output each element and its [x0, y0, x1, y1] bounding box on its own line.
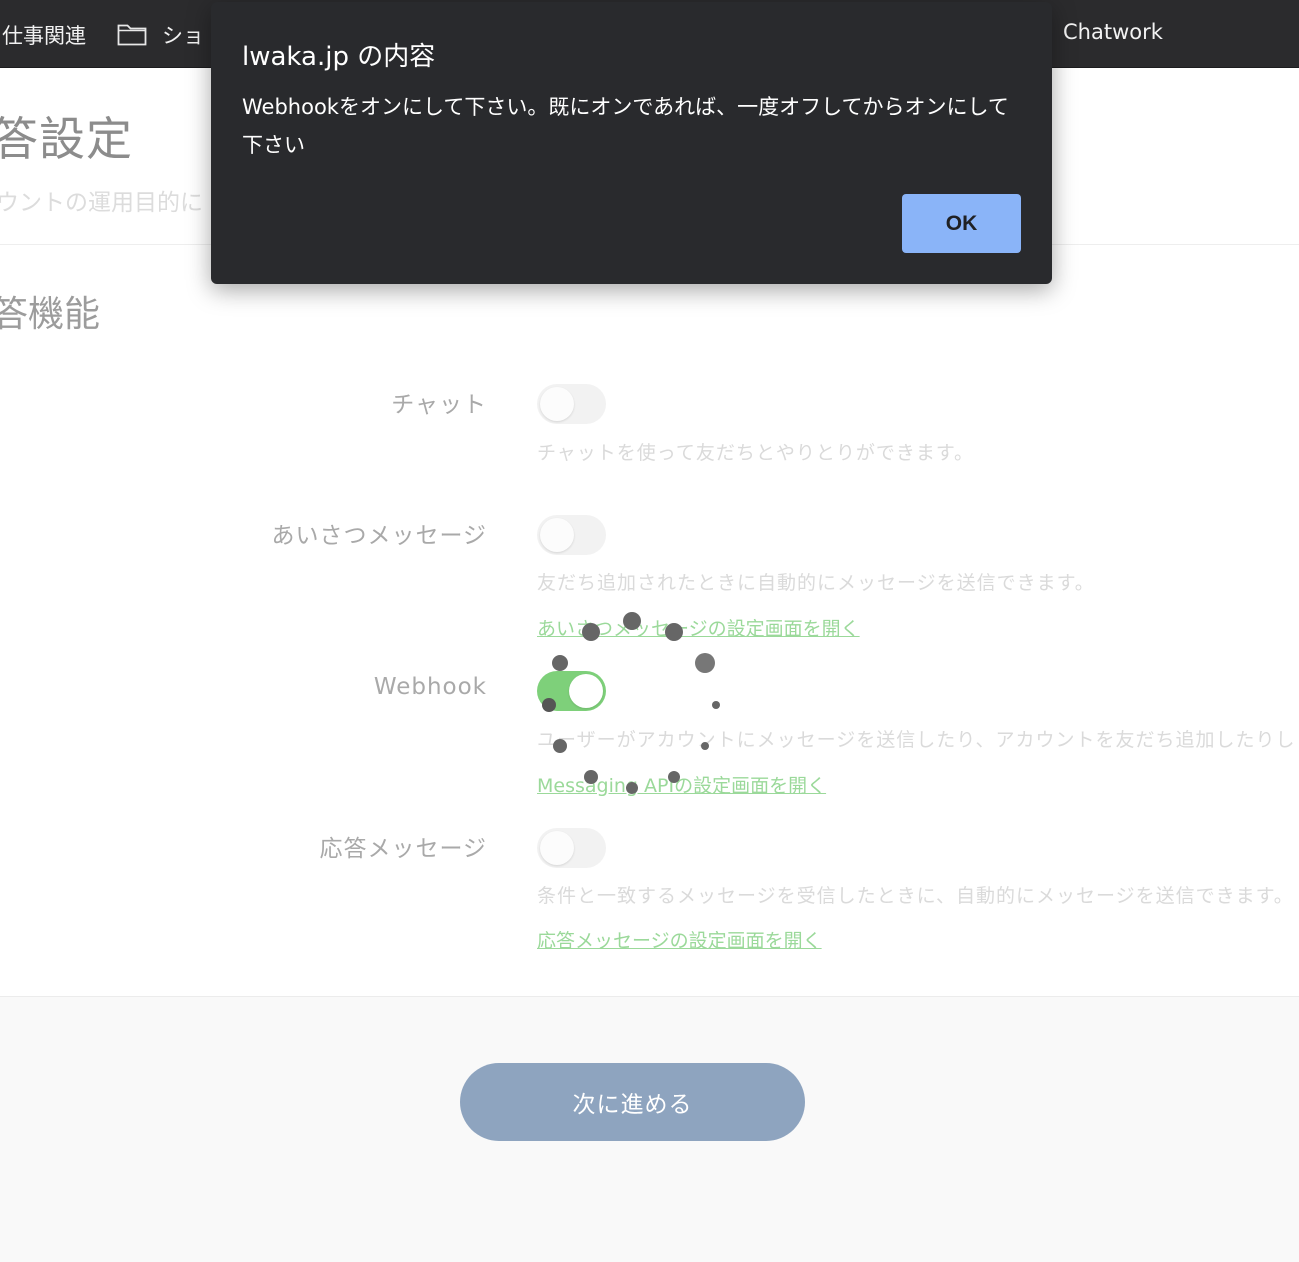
greeting-message-description: 友だち追加されたときに自動的にメッセージを送信できます。	[537, 572, 1095, 594]
page-title: 答設定	[0, 112, 133, 166]
toggle-knob	[540, 387, 574, 421]
toggle-knob	[569, 674, 603, 708]
bookmark-chatwork[interactable]: Chatwork	[1063, 20, 1163, 44]
dialog-title: lwaka.jp の内容	[242, 42, 436, 72]
webhook-toggle[interactable]	[537, 671, 606, 711]
chat-description: チャットを使って友だちとやりとりができます。	[537, 442, 974, 464]
next-button[interactable]: 次に進める	[460, 1063, 805, 1141]
dialog-message: Webhookをオンにして下さい。既にオンであれば、一度オフしてからオンにして下…	[242, 95, 1009, 157]
webhook-label: Webhook	[373, 674, 487, 700]
auto-reply-settings-link[interactable]: 応答メッセージの設定画面を開く	[537, 926, 822, 953]
alert-dialog: lwaka.jp の内容 Webhookをオンにして下さい。既にオンであれば、一…	[211, 2, 1052, 284]
auto-reply-description: 条件と一致するメッセージを受信したときに、自動的にメッセージを送信できます。	[537, 885, 1294, 907]
section-title: 答機能	[0, 294, 101, 335]
webhook-description: ユーザーがアカウントにメッセージを送信したり、アカウントを友だち追加したりし	[537, 729, 1296, 751]
greeting-message-toggle[interactable]	[537, 515, 606, 555]
bookmark-work[interactable]: 仕事関連	[2, 20, 86, 50]
folder-icon	[117, 24, 147, 46]
chat-label: チャット	[391, 392, 487, 418]
chat-toggle[interactable]	[537, 384, 606, 424]
page-subtitle: ウントの運用目的に	[0, 190, 203, 216]
ok-button[interactable]: OK	[902, 194, 1021, 253]
auto-reply-label: 応答メッセージ	[319, 836, 487, 862]
toggle-knob	[540, 518, 574, 552]
toggle-knob	[540, 831, 574, 865]
greeting-settings-link[interactable]: あいさつメッセージの設定画面を開く	[537, 614, 860, 641]
greeting-message-label: あいさつメッセージ	[271, 523, 487, 549]
messaging-api-settings-link[interactable]: Messaging APIの設定画面を開く	[537, 771, 826, 798]
bookmark-folder-shopping[interactable]: ショ	[162, 20, 204, 50]
auto-reply-toggle[interactable]	[537, 828, 606, 868]
